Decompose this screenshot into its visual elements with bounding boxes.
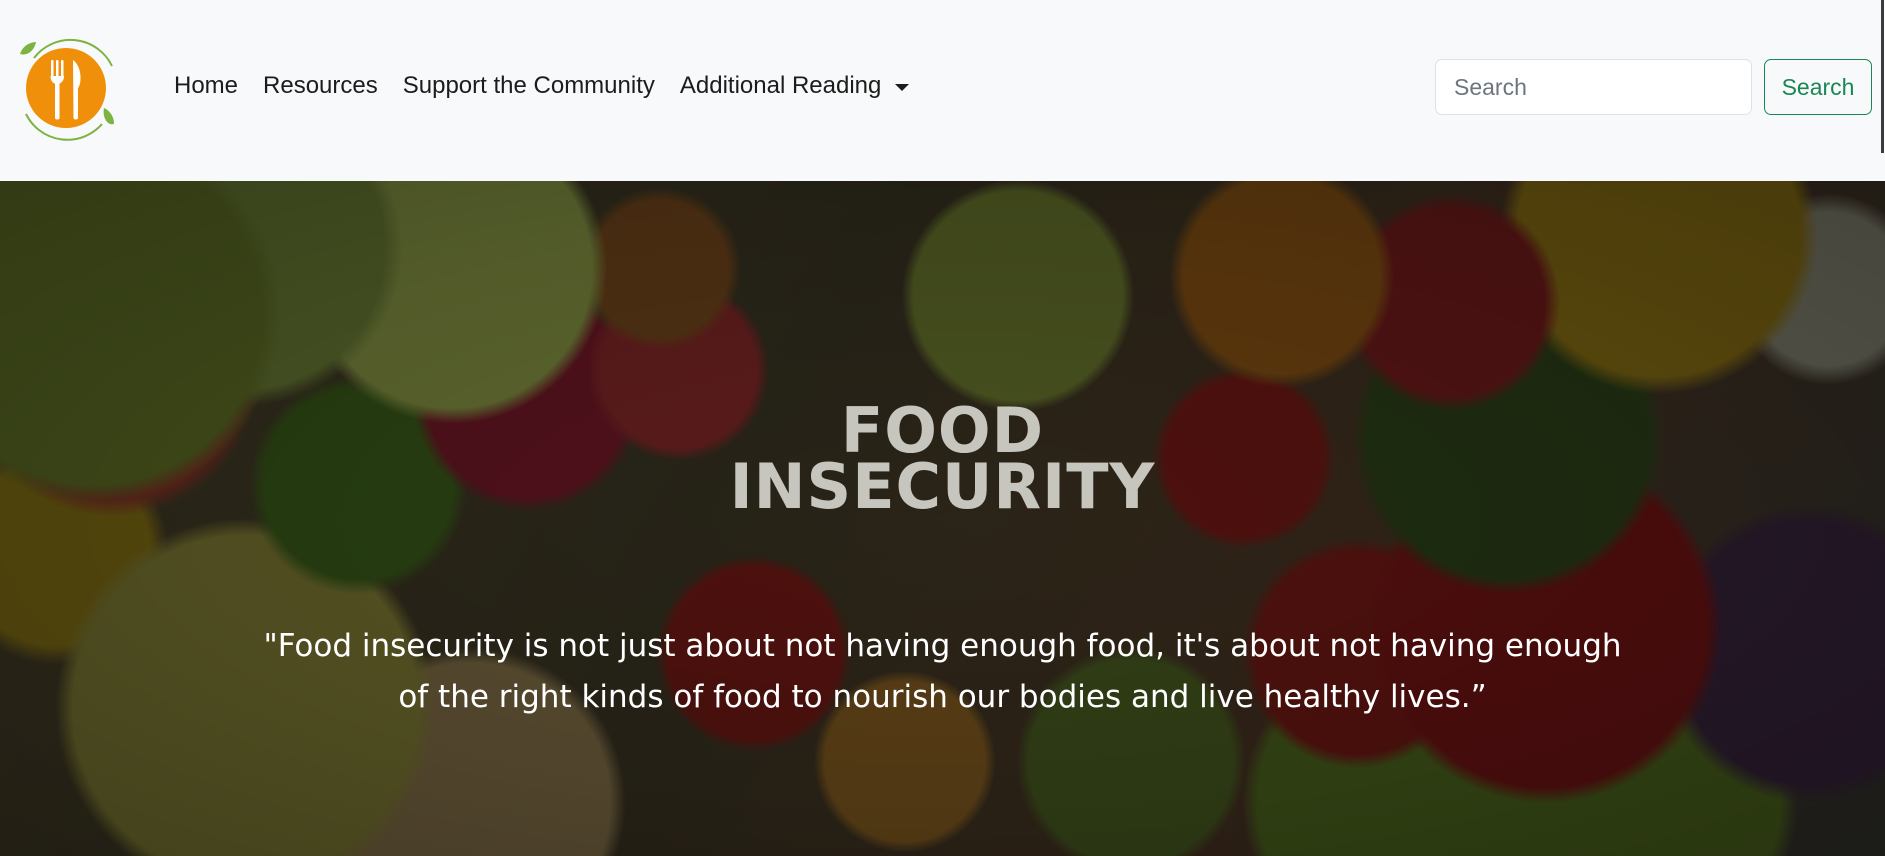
fork-knife-plate-icon (20, 38, 114, 141)
nav-link-resources[interactable]: Resources (263, 72, 378, 100)
navbar: Home Resources Support the Community Add… (0, 0, 1885, 181)
caret-down-icon (895, 83, 910, 91)
hero-title-line-2: INSECURITY (729, 450, 1156, 523)
nav-dropdown-label: Additional Reading (679, 72, 882, 99)
nav-link-support-the-community[interactable]: Support the Community (403, 72, 655, 100)
nav-link-home[interactable]: Home (174, 72, 238, 100)
nav-dropdown-additional-reading[interactable]: Additional Reading (679, 72, 910, 100)
scrollbar[interactable] (1881, 0, 1884, 153)
main-nav: Home Resources Support the Community Add… (174, 72, 934, 100)
search-button[interactable]: Search (1764, 59, 1872, 115)
hero-banner: FOOD INSECURITY "Food insecurity is not … (0, 181, 1885, 856)
search-input[interactable] (1435, 59, 1752, 115)
site-logo[interactable] (16, 28, 120, 148)
hero-quote: "Food insecurity is not just about not h… (263, 628, 1622, 715)
hero-title: FOOD INSECURITY (0, 400, 1885, 523)
